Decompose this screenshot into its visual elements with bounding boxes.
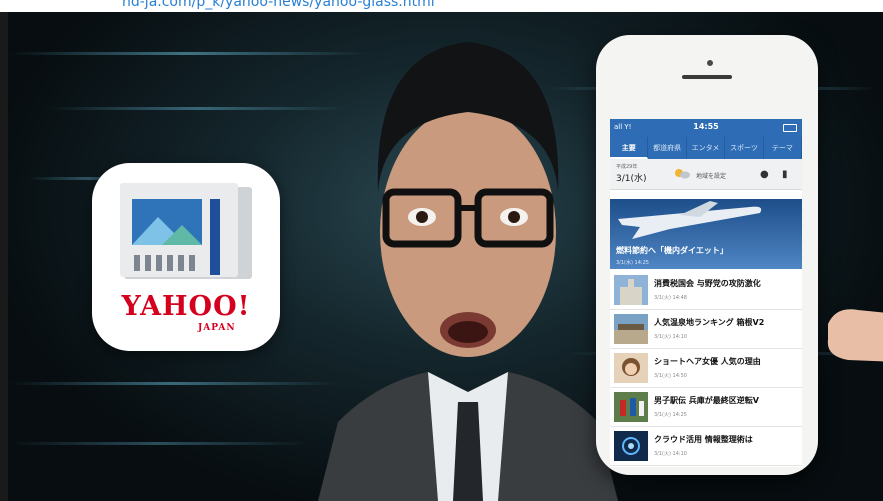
news-item[interactable]: 人気温泉地ランキング 箱根V2 3/1(火) 14:10 — [610, 310, 802, 349]
region-setting-link[interactable]: 地域を設定 — [696, 171, 726, 180]
airplane-image — [618, 201, 762, 239]
hero-timestamp: 3/1(水) 14:25 — [616, 260, 649, 266]
phone-screen: all Y! 14:55 主要 都道府県 エンタメ スポーツ テーマ 平成29年… — [610, 119, 802, 467]
tab-sports[interactable]: スポーツ — [725, 137, 764, 159]
video-frame: YAHOO! JAPAN all Y! 14:55 主要 都道府県 エンタメ ス… — [0, 0, 883, 501]
hero-caption: 燃料節約へ「機内ダイエット」 — [616, 246, 728, 255]
light-streak — [8, 382, 338, 385]
light-streak — [48, 107, 348, 110]
yahoo-news-app-icon[interactable]: YAHOO! JAPAN — [92, 163, 280, 351]
yahoo-logo: YAHOO! — [121, 291, 251, 322]
news-date: 3/1(火) 14:25 — [654, 412, 687, 418]
date-weather-bar: 平成29年 3/1(水) 地域を設定 ● ▮ — [610, 159, 802, 190]
diet-building-thumbnail — [614, 275, 648, 305]
news-item[interactable]: 男子駅伝 兵庫が最終区逆転V 3/1(火) 14:25 — [610, 388, 802, 427]
text-lines-icon — [134, 255, 202, 271]
hot-spring-thumbnail — [614, 314, 648, 344]
light-streak — [8, 52, 368, 55]
camera-icon — [707, 60, 713, 66]
smartphone: all Y! 14:55 主要 都道府県 エンタメ スポーツ テーマ 平成29年… — [596, 35, 818, 475]
tab-entertainment[interactable]: エンタメ — [687, 137, 726, 159]
tab-main[interactable]: 主要 — [610, 137, 649, 159]
ekiden-thumbnail — [614, 392, 648, 422]
speaker-grille — [682, 75, 732, 79]
news-title: 消費税国会 与野党の攻防激化 — [654, 279, 761, 288]
photo-icon — [132, 199, 202, 245]
news-title: 人気温泉地ランキング 箱根V2 — [654, 318, 765, 327]
status-time: 14:55 — [693, 122, 719, 131]
actress-thumbnail — [614, 353, 648, 383]
news-item[interactable]: クラウド活用 情報整理術は 3/1(火) 14:10 — [610, 427, 802, 466]
news-title: ショートヘア女優 人気の理由 — [654, 357, 761, 366]
era-label: 平成29年 — [616, 164, 638, 170]
date-label: 3/1(水) — [616, 174, 647, 184]
news-title: 男子駅伝 兵庫が最終区逆転V — [654, 396, 759, 405]
column-bar — [210, 199, 220, 275]
light-streak — [8, 442, 308, 445]
presenter-figure — [318, 42, 618, 501]
news-title: クラウド活用 情報整理術は — [654, 435, 753, 444]
battery-icon — [783, 124, 797, 132]
news-date: 3/1(火) 14:48 — [654, 295, 687, 301]
status-bar: all Y! 14:55 — [610, 119, 802, 137]
tab-theme[interactable]: テーマ — [764, 137, 802, 159]
cloud-network-thumbnail — [614, 431, 648, 461]
news-date: 3/1(火) 14:10 — [654, 334, 687, 340]
category-tabs: 主要 都道府県 エンタメ スポーツ テーマ — [610, 137, 802, 159]
hero-article[interactable]: 燃料節約へ「機内ダイエット」 3/1(水) 14:25 — [610, 199, 802, 269]
tab-prefecture[interactable]: 都道府県 — [648, 137, 687, 159]
news-item[interactable]: ショートヘア女優 人気の理由 3/1(火) 14:50 — [610, 349, 802, 388]
pointing-hand — [827, 309, 883, 362]
left-edge — [0, 0, 8, 501]
news-date: 3/1(火) 14:50 — [654, 373, 687, 379]
news-date: 3/1(火) 14:10 — [654, 451, 687, 457]
weather-icon — [675, 169, 690, 179]
japan-logo: JAPAN — [198, 323, 236, 333]
news-item[interactable]: 消費税国会 与野党の攻防激化 3/1(火) 14:48 — [610, 271, 802, 310]
url-text[interactable]: nd-ja.com/p_k/yahoo-news/yahoo-glass.htm… — [122, 0, 435, 10]
train-icon[interactable]: ▮ — [782, 169, 788, 180]
url-caption: nd-ja.com/p_k/yahoo-news/yahoo-glass.htm… — [0, 0, 883, 12]
car-icon[interactable]: ● — [760, 169, 769, 180]
